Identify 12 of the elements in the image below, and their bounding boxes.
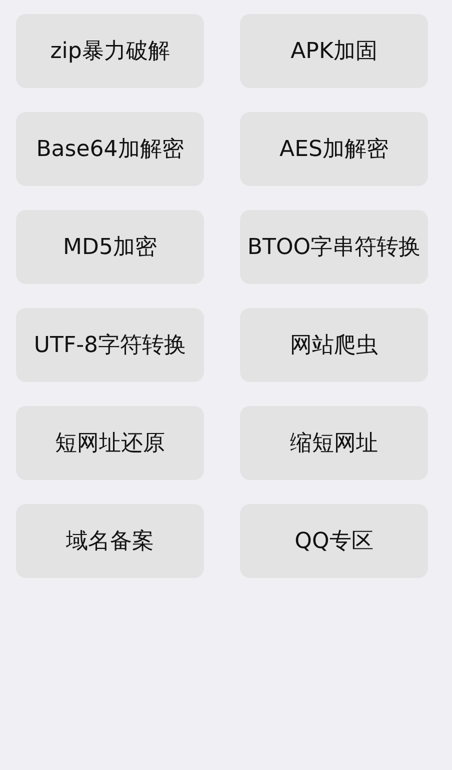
tool-button[interactable]: BTOO字串符转换 — [240, 210, 428, 284]
tool-button[interactable]: MD5加密 — [16, 210, 204, 284]
tool-button[interactable]: 网站爬虫 — [240, 308, 428, 382]
tool-button[interactable]: AES加解密 — [240, 112, 428, 186]
tool-button[interactable]: 域名备案 — [16, 504, 204, 578]
tool-button[interactable]: zip暴力破解 — [16, 14, 204, 88]
tool-button[interactable]: Base64加解密 — [16, 112, 204, 186]
tool-button[interactable]: APK加固 — [240, 14, 428, 88]
tool-button[interactable]: 缩短网址 — [240, 406, 428, 480]
tool-button[interactable]: QQ专区 — [240, 504, 428, 578]
tool-button[interactable]: 短网址还原 — [16, 406, 204, 480]
tool-button[interactable]: UTF-8字符转换 — [16, 308, 204, 382]
